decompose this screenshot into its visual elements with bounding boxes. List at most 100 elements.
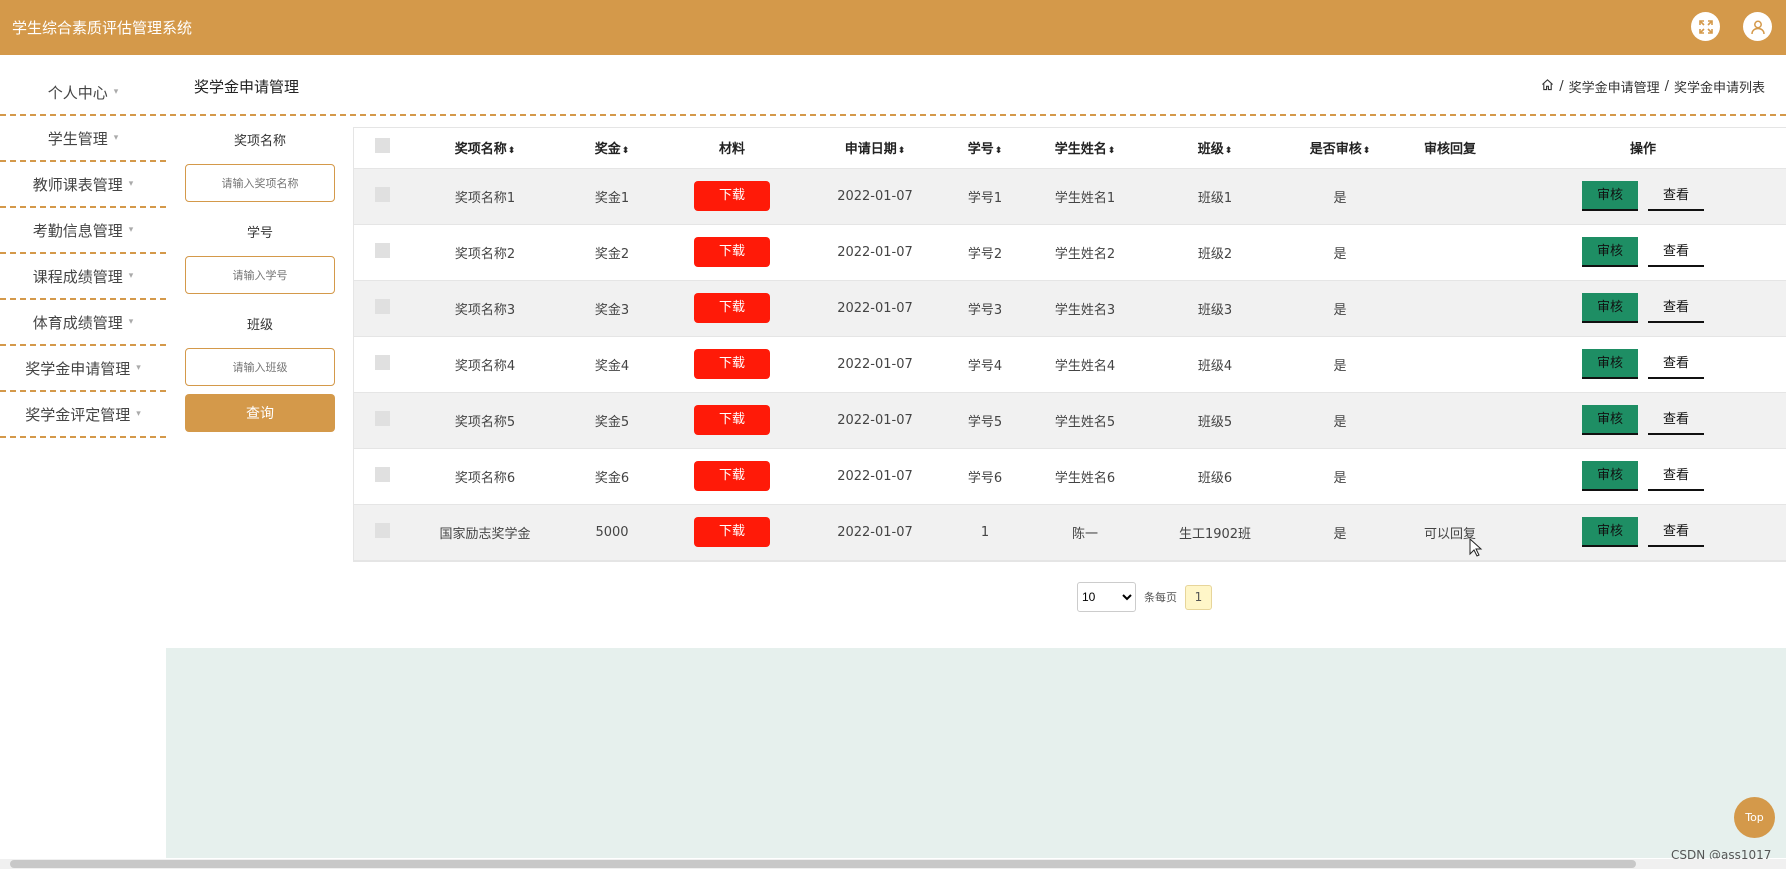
- cell-review-reply: 可以回复: [1400, 504, 1500, 561]
- view-button[interactable]: 查看: [1648, 461, 1704, 491]
- sort-icon: ⬍: [1224, 146, 1233, 157]
- chevron-down-icon: ▾: [128, 179, 134, 189]
- class-input[interactable]: [185, 348, 335, 386]
- pagination: 10 条每页 1: [1077, 582, 1212, 612]
- sidebar-item-course-grades[interactable]: 课程成绩管理 ▾: [0, 254, 166, 300]
- footer-panel: [166, 648, 1786, 858]
- award-name-input[interactable]: [185, 164, 335, 202]
- audit-button[interactable]: 审核: [1582, 181, 1638, 211]
- cell-student-name: 学生姓名5: [1020, 392, 1150, 449]
- cell-class: 班级2: [1150, 224, 1280, 281]
- download-button[interactable]: 下载: [694, 349, 770, 379]
- column-header-student-name[interactable]: 学生姓名⬍: [1020, 128, 1150, 169]
- download-button[interactable]: 下载: [694, 405, 770, 435]
- cell-bonus: 5000: [560, 504, 664, 561]
- cell-student-no: 学号4: [950, 336, 1020, 393]
- row-checkbox[interactable]: [374, 186, 390, 202]
- sort-icon: ⬍: [621, 146, 630, 157]
- sidebar-item-label: 奖学金申请管理: [25, 359, 131, 378]
- column-header-class[interactable]: 班级⬍: [1150, 128, 1280, 169]
- download-button[interactable]: 下载: [694, 237, 770, 267]
- download-button[interactable]: 下载: [694, 181, 770, 211]
- class-label: 班级: [246, 318, 273, 333]
- sidebar-item-scholarship-apply[interactable]: 奖学金申请管理 ▾: [0, 346, 166, 392]
- sidebar-item-scholarship-evaluate[interactable]: 奖学金评定管理 ▾: [0, 392, 166, 438]
- row-checkbox[interactable]: [374, 298, 390, 314]
- view-button[interactable]: 查看: [1648, 405, 1704, 435]
- column-header-review-reply: 审核回复: [1400, 128, 1500, 169]
- column-header-reviewed[interactable]: 是否审核⬍: [1280, 128, 1400, 169]
- sidebar-item-label: 考勤信息管理: [32, 221, 123, 240]
- sidebar-item-attendance[interactable]: 考勤信息管理 ▾: [0, 208, 166, 254]
- cell-student-name: 学生姓名4: [1020, 336, 1150, 393]
- sort-icon: ⬍: [897, 146, 906, 157]
- row-checkbox[interactable]: [374, 410, 390, 426]
- data-table: 奖项名称⬍ 奖金⬍ 材料 申请日期⬍ 学号⬍ 学生姓名⬍ 班级⬍ 是否审核⬍ 审…: [353, 127, 1786, 562]
- table-row: 奖项名称2 奖金2 下载 2022-01-07 学号2 学生姓名2 班级2 是 审核 查看: [354, 224, 1786, 281]
- horizontal-scrollbar[interactable]: [0, 859, 1786, 869]
- download-button[interactable]: 下载: [694, 461, 770, 491]
- sidebar-item-teacher-schedule[interactable]: 教师课表管理 ▾: [0, 162, 166, 208]
- audit-button[interactable]: 审核: [1582, 237, 1638, 267]
- sidebar-item-label: 体育成绩管理: [32, 313, 123, 332]
- breadcrumb-separator: /: [1664, 79, 1669, 94]
- student-no-input[interactable]: [185, 256, 335, 294]
- back-to-top-button[interactable]: Top: [1734, 797, 1775, 838]
- cell-award-name: 奖项名称5: [410, 392, 560, 449]
- fullscreen-icon[interactable]: [1691, 12, 1720, 41]
- cell-student-no: 学号6: [950, 448, 1020, 505]
- breadcrumb-item[interactable]: 奖学金申请管理: [1569, 77, 1660, 96]
- cell-review-reply: [1400, 224, 1500, 281]
- column-header-award-name[interactable]: 奖项名称⬍: [410, 128, 560, 169]
- column-header-material: 材料: [664, 128, 800, 169]
- audit-button[interactable]: 审核: [1582, 293, 1638, 323]
- audit-button[interactable]: 审核: [1582, 405, 1638, 435]
- column-header-bonus[interactable]: 奖金⬍: [560, 128, 664, 169]
- audit-button[interactable]: 审核: [1582, 461, 1638, 491]
- cell-review-reply: [1400, 336, 1500, 393]
- scrollbar-thumb[interactable]: [10, 860, 1636, 868]
- view-button[interactable]: 查看: [1648, 293, 1704, 323]
- sidebar-item-student[interactable]: 学生管理 ▾: [0, 116, 166, 162]
- mouse-cursor-icon: [1469, 537, 1483, 562]
- chevron-down-icon: ▾: [113, 87, 119, 97]
- select-all-checkbox[interactable]: [374, 138, 390, 154]
- audit-button[interactable]: 审核: [1582, 517, 1638, 547]
- sidebar: 个人中心 ▾ 学生管理 ▾ 教师课表管理 ▾ 考勤信息管理 ▾ 课程成绩管理 ▾ 体育成绩…: [0, 70, 1786, 438]
- column-header-apply-date[interactable]: 申请日期⬍: [800, 128, 950, 169]
- query-button[interactable]: 查询: [185, 394, 335, 432]
- page-size-select[interactable]: 10: [1077, 582, 1136, 612]
- view-button[interactable]: 查看: [1648, 237, 1704, 267]
- audit-button[interactable]: 审核: [1582, 349, 1638, 379]
- cell-apply-date: 2022-01-07: [800, 448, 950, 505]
- row-checkbox[interactable]: [374, 466, 390, 482]
- row-checkbox[interactable]: [374, 242, 390, 258]
- table-row: 国家励志奖学金 5000 下载 2022-01-07 1 陈一 生工1902班是可以回复 审核…: [354, 504, 1786, 561]
- sort-icon: ⬍: [1362, 146, 1371, 157]
- row-checkbox[interactable]: [374, 354, 390, 370]
- home-icon[interactable]: [1541, 78, 1554, 95]
- view-button[interactable]: 查看: [1648, 517, 1704, 547]
- view-button[interactable]: 查看: [1648, 349, 1704, 379]
- table-row: 奖项名称4 奖金4 下载 2022-01-07 学号4 学生姓名4 班级4 是 审核 查看: [354, 336, 1786, 393]
- user-icon[interactable]: [1743, 12, 1772, 41]
- app-title: 学生综合素质评估管理系统: [12, 19, 193, 37]
- row-checkbox[interactable]: [374, 522, 390, 538]
- cell-apply-date: 2022-01-07: [800, 336, 950, 393]
- view-button[interactable]: 查看: [1648, 181, 1704, 211]
- column-header-student-no[interactable]: 学号⬍: [950, 128, 1020, 169]
- sidebar-item-pe-grades[interactable]: 体育成绩管理 ▾: [0, 300, 166, 346]
- cell-award-name: 奖项名称4: [410, 336, 560, 393]
- download-button[interactable]: 下载: [694, 517, 770, 547]
- cell-apply-date: 2022-01-07: [800, 392, 950, 449]
- page-number-current[interactable]: 1: [1185, 584, 1212, 610]
- table-row: 奖项名称6 奖金6 下载 2022-01-07 学号6 学生姓名6 班级6 是 审核 查看: [354, 448, 1786, 505]
- cell-class: 班级6: [1150, 448, 1280, 505]
- cell-apply-date: 2022-01-07: [800, 504, 950, 561]
- cell-student-name: 陈一: [1020, 504, 1150, 561]
- sort-icon: ⬍: [507, 146, 516, 157]
- cell-bonus: 奖金4: [560, 336, 664, 393]
- download-button[interactable]: 下载: [694, 293, 770, 323]
- award-name-label: 奖项名称: [233, 134, 286, 149]
- cell-class: 班级5: [1150, 392, 1280, 449]
